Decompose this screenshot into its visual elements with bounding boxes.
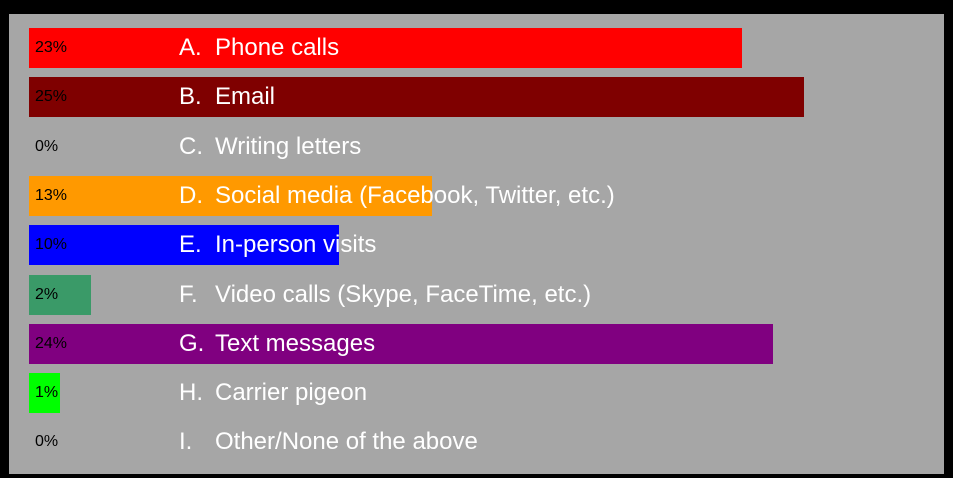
category-label: Carrier pigeon <box>215 379 368 407</box>
value-label: 25% <box>35 88 68 106</box>
value-label: 0% <box>35 433 59 451</box>
value-label: 0% <box>35 137 59 155</box>
value-label: 10% <box>35 236 68 254</box>
category-letter: I. <box>179 428 193 456</box>
category-label: Video calls (Skype, FaceTime, etc.) <box>215 280 592 308</box>
value-label: 13% <box>35 186 68 204</box>
bar-row: 10% E. In-person visits <box>29 225 929 266</box>
category-letter: A. <box>179 34 202 61</box>
bar-row: 25% B. Email <box>29 77 929 118</box>
category-letter: C. <box>179 132 203 160</box>
bar-row: 23% A. Phone calls <box>29 28 929 68</box>
bar <box>29 28 742 68</box>
bar-row: 0% C. Writing letters <box>29 127 929 167</box>
category-label: Writing letters <box>215 132 362 160</box>
category-letter: H. <box>179 379 203 407</box>
category-label: Email <box>215 83 276 111</box>
category-label: Phone calls <box>215 34 340 61</box>
category-letter: B. <box>179 83 202 111</box>
value-label: 24% <box>35 334 68 352</box>
category-letter: E. <box>179 231 202 259</box>
bar <box>29 77 804 118</box>
value-label: 1% <box>35 384 59 402</box>
category-label: Other/None of the above <box>215 428 478 456</box>
category-letter: F. <box>179 280 198 308</box>
bar-row: 1% H. Carrier pigeon <box>29 373 929 414</box>
category-letter: D. <box>179 181 203 209</box>
value-label: 2% <box>35 285 59 303</box>
category-label: In-person visits <box>215 231 377 259</box>
category-letter: G. <box>179 329 205 357</box>
bar-row: 0% I. Other/None of the above <box>29 422 929 462</box>
bar <box>29 323 773 364</box>
chart-panel: 23% A. Phone calls 25% B. Email 0% C. Writing le… <box>9 14 944 474</box>
category-label: Social media (Facebook, Twitter, etc.) <box>215 181 615 209</box>
bar-row: 13% D. Social media (Facebook, Twitter, et… <box>29 175 929 216</box>
bar-row: 2% F. Video calls (Skype, FaceTime, etc.) <box>29 274 929 315</box>
category-label: Text messages <box>215 329 376 357</box>
bar-row: 24% G. Text messages <box>29 323 929 364</box>
value-label: 23% <box>35 39 68 56</box>
